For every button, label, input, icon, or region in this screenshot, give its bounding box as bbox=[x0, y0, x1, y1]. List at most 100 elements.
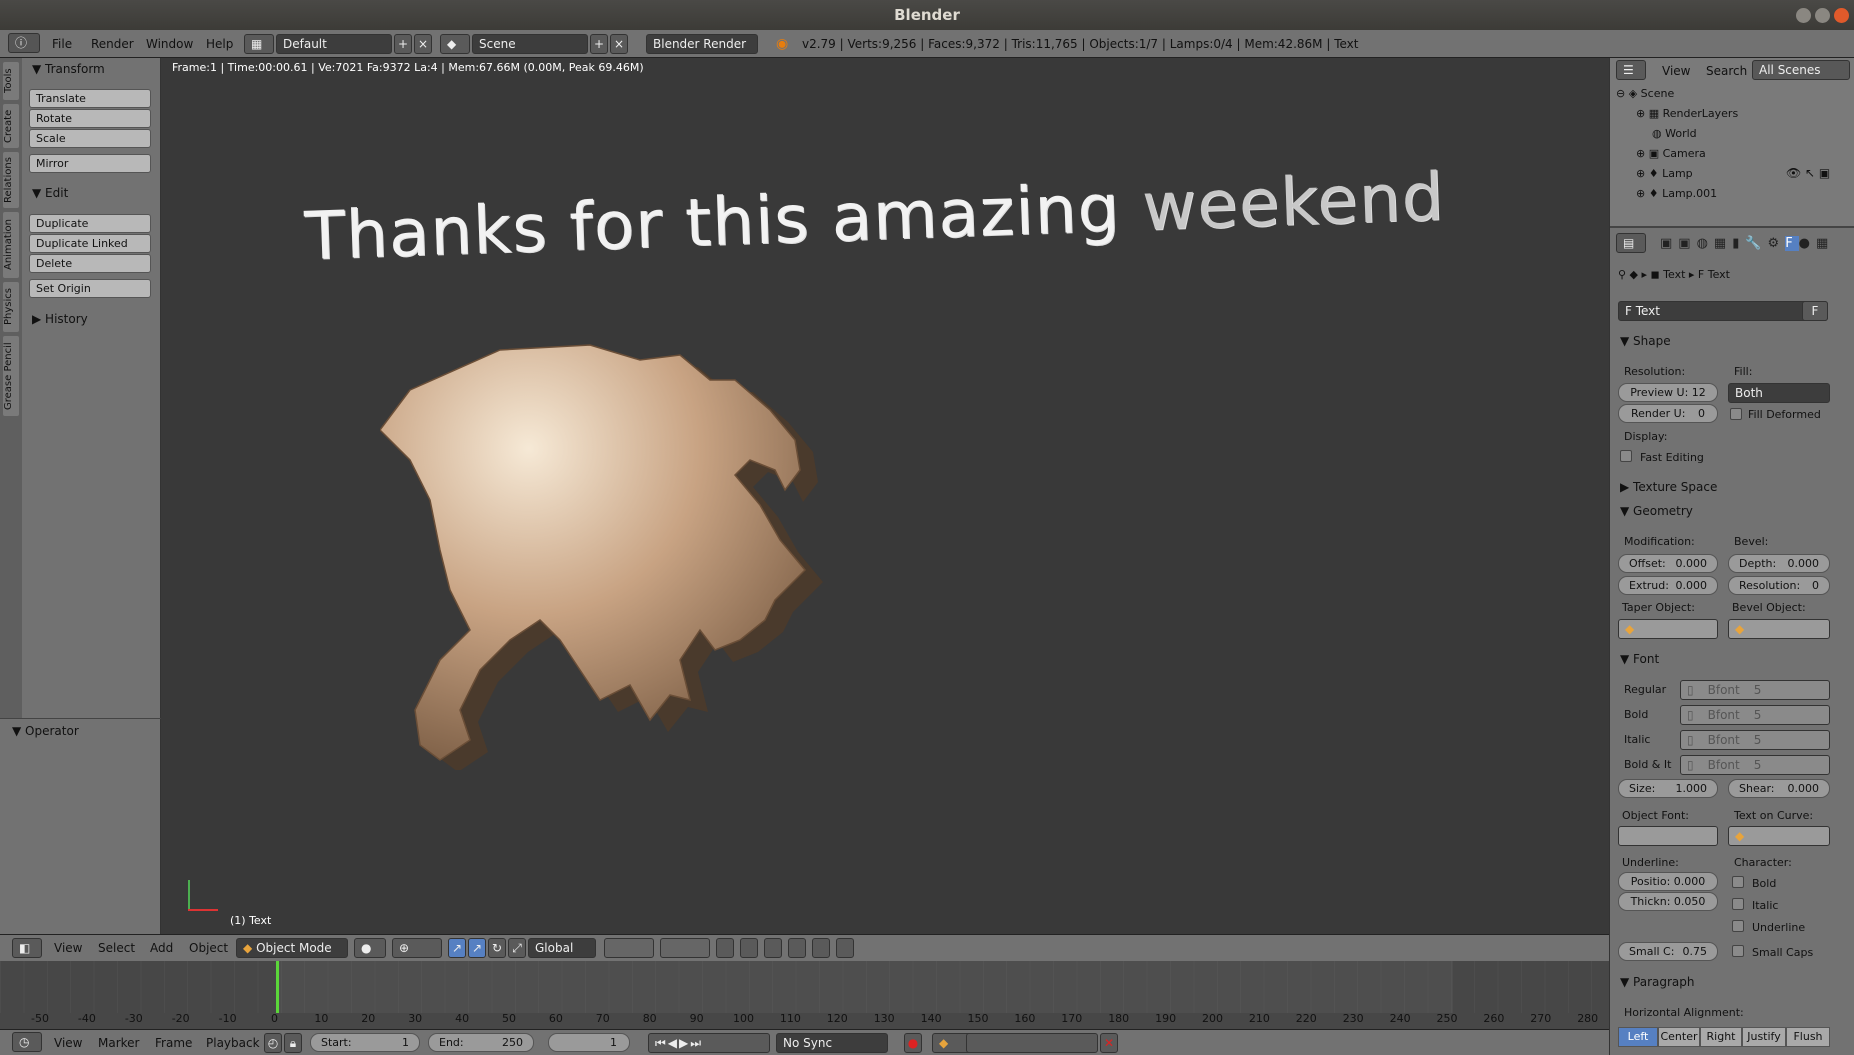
maximize-icon[interactable] bbox=[1815, 8, 1830, 23]
menu-select[interactable]: Select bbox=[98, 941, 135, 955]
font-row-field[interactable]: ▯ Bfont 5 bbox=[1680, 680, 1830, 700]
underline-thickness-field[interactable]: Thickn: 0.050 bbox=[1618, 892, 1718, 911]
align-justify-button[interactable]: Justify bbox=[1742, 1027, 1786, 1047]
menu-object[interactable]: Object bbox=[189, 941, 228, 955]
scene-icon[interactable]: ◆ bbox=[440, 34, 470, 54]
char-smallcaps-checkbox[interactable] bbox=[1732, 945, 1744, 957]
remove-layout-icon[interactable]: × bbox=[414, 34, 432, 54]
bevel-resolution-field[interactable]: Resolution: 0 bbox=[1728, 576, 1830, 595]
menu-add[interactable]: Add bbox=[150, 941, 173, 955]
editor-type-icon[interactable]: ◧ bbox=[12, 938, 42, 958]
font-row-field[interactable]: ▯ Bfont 5 bbox=[1680, 730, 1830, 750]
fast-editing-checkbox[interactable] bbox=[1620, 450, 1632, 462]
small-caps-scale-field[interactable]: Small C: 0.75 bbox=[1618, 942, 1718, 961]
outliner-row-scene[interactable]: ⊖ ◈ Scene bbox=[1616, 84, 1836, 104]
properties-editor-icon[interactable]: ▤ bbox=[1616, 233, 1646, 253]
outliner-row-world[interactable]: ◍ World bbox=[1652, 124, 1697, 144]
set-origin-select[interactable]: Set Origin bbox=[29, 279, 151, 298]
fill-deformed-checkbox[interactable] bbox=[1730, 408, 1742, 420]
lock-layer-icon[interactable] bbox=[716, 938, 734, 958]
menu-view[interactable]: View bbox=[54, 941, 82, 955]
add-scene-icon[interactable]: + bbox=[590, 34, 608, 54]
tab-create[interactable]: Create bbox=[3, 104, 19, 148]
snap-target-icon[interactable] bbox=[788, 938, 806, 958]
delete-button[interactable]: Delete bbox=[29, 254, 151, 273]
font-header[interactable]: ▼ Font bbox=[1620, 652, 1659, 666]
edit-panel-header[interactable]: ▼ Edit bbox=[32, 186, 68, 200]
tab-relations[interactable]: Relations bbox=[3, 152, 19, 208]
text-on-curve-field[interactable]: ◆ bbox=[1728, 826, 1830, 846]
font-browse-icon[interactable]: ▯ bbox=[1687, 681, 1694, 699]
align-center-button[interactable]: Center bbox=[1658, 1027, 1700, 1047]
current-frame-field[interactable]: 1 bbox=[548, 1033, 630, 1052]
fake-user-button[interactable]: F bbox=[1802, 301, 1828, 321]
align-left-button[interactable]: Left bbox=[1618, 1027, 1658, 1047]
outliner-filter-select[interactable]: All Scenes bbox=[1752, 60, 1850, 80]
translate-button[interactable]: Translate bbox=[29, 89, 151, 108]
underline-position-field[interactable]: Positio: 0.000 bbox=[1618, 872, 1718, 891]
rotate-manip-icon[interactable]: ↻ bbox=[488, 938, 506, 958]
render-u-field[interactable]: Render U: 0 bbox=[1618, 404, 1718, 423]
properties-tabs[interactable]: ▣▣◍▦▮🔧⚙F●▦ bbox=[1660, 236, 1834, 251]
outliner-editor-icon[interactable]: ☰ bbox=[1616, 60, 1646, 80]
start-frame-field[interactable]: Start: 1 bbox=[310, 1033, 420, 1052]
snap-icon[interactable] bbox=[764, 938, 782, 958]
transform-panel-header[interactable]: ▼ Transform bbox=[32, 62, 105, 76]
tab-grease-pencil[interactable]: Grease Pencil bbox=[3, 336, 19, 416]
layout-icon[interactable]: ▦ bbox=[244, 34, 274, 54]
scene-select[interactable]: Scene bbox=[472, 34, 588, 54]
timeline-editor-icon[interactable]: ◷ bbox=[12, 1032, 42, 1052]
font-size-field[interactable]: Size: 1.000 bbox=[1618, 779, 1718, 798]
outliner-row-camera[interactable]: ⊕ ▣ Camera bbox=[1636, 144, 1706, 164]
font-row-field[interactable]: ▯ Bfont 5 bbox=[1680, 705, 1830, 725]
outliner-row-renderlayers[interactable]: ⊕ ▦ RenderLayers bbox=[1636, 104, 1738, 124]
font-browse-icon[interactable]: ▯ bbox=[1687, 706, 1694, 724]
menu-file[interactable]: File bbox=[52, 37, 72, 51]
tab-physics[interactable]: Physics bbox=[3, 282, 19, 332]
shape-header[interactable]: ▼ Shape bbox=[1620, 334, 1671, 348]
extrude-field[interactable]: Extrud: 0.000 bbox=[1618, 576, 1718, 595]
offset-field[interactable]: Offset: 0.000 bbox=[1618, 554, 1718, 573]
mirror-button[interactable]: Mirror bbox=[29, 154, 151, 173]
render-engine-select[interactable]: Blender Render bbox=[646, 34, 758, 54]
playback-controls[interactable]: ⏮◀▶⏭ bbox=[648, 1033, 770, 1053]
outliner-row-lamp001[interactable]: ⊕ ♦ Lamp.001 bbox=[1636, 184, 1717, 204]
char-bold-checkbox[interactable] bbox=[1732, 876, 1744, 888]
menu-render[interactable]: Render bbox=[91, 37, 134, 51]
translate-manip-icon[interactable]: ↗ bbox=[468, 938, 486, 958]
geometry-header[interactable]: ▼ Geometry bbox=[1620, 504, 1693, 518]
layout-select[interactable]: Default bbox=[276, 34, 392, 54]
bevel-object-field[interactable]: ◆ bbox=[1728, 619, 1830, 639]
layers-grid-1[interactable] bbox=[604, 938, 654, 958]
minimize-icon[interactable] bbox=[1796, 8, 1811, 23]
fill-select[interactable]: Both bbox=[1728, 383, 1830, 403]
opengl-render-icon[interactable] bbox=[812, 938, 830, 958]
playhead[interactable] bbox=[276, 961, 279, 1013]
outliner-row-lamp[interactable]: ⊕ ♦ Lamp bbox=[1636, 164, 1693, 184]
shading-icon[interactable]: ● bbox=[354, 938, 386, 958]
tl-menu-frame[interactable]: Frame bbox=[155, 1036, 192, 1050]
visibility-icons[interactable]: 👁︎ ↖ ▣ bbox=[1786, 166, 1830, 180]
dragon-model[interactable] bbox=[380, 340, 880, 770]
tab-tools[interactable]: Tools bbox=[3, 62, 19, 100]
tl-menu-marker[interactable]: Marker bbox=[98, 1036, 139, 1050]
record-icon[interactable]: ● bbox=[904, 1033, 922, 1053]
preview-range-icon[interactable]: ◴ bbox=[264, 1033, 282, 1053]
mode-select[interactable]: ◆ Object Mode bbox=[236, 938, 348, 958]
add-layout-icon[interactable]: + bbox=[394, 34, 412, 54]
duplicate-button[interactable]: Duplicate bbox=[29, 214, 151, 233]
bevel-depth-field[interactable]: Depth: 0.000 bbox=[1728, 554, 1830, 573]
paragraph-header[interactable]: ▼ Paragraph bbox=[1620, 975, 1695, 989]
close-icon[interactable] bbox=[1834, 8, 1849, 23]
object-font-field[interactable] bbox=[1618, 826, 1718, 846]
align-right-button[interactable]: Right bbox=[1700, 1027, 1742, 1047]
preview-u-field[interactable]: Preview U: 12 bbox=[1618, 383, 1718, 402]
clear-keying-icon[interactable]: ✕ bbox=[1100, 1033, 1118, 1053]
opengl-anim-icon[interactable] bbox=[836, 938, 854, 958]
font-browse-icon[interactable]: ▯ bbox=[1687, 731, 1694, 749]
pivot-icon[interactable]: ⊕ bbox=[392, 938, 442, 958]
datablock-field[interactable]: F Text bbox=[1618, 301, 1828, 321]
tab-animation[interactable]: Animation bbox=[3, 212, 19, 278]
operator-panel-header[interactable]: ▼ Operator bbox=[12, 724, 79, 738]
menu-window[interactable]: Window bbox=[146, 37, 193, 51]
